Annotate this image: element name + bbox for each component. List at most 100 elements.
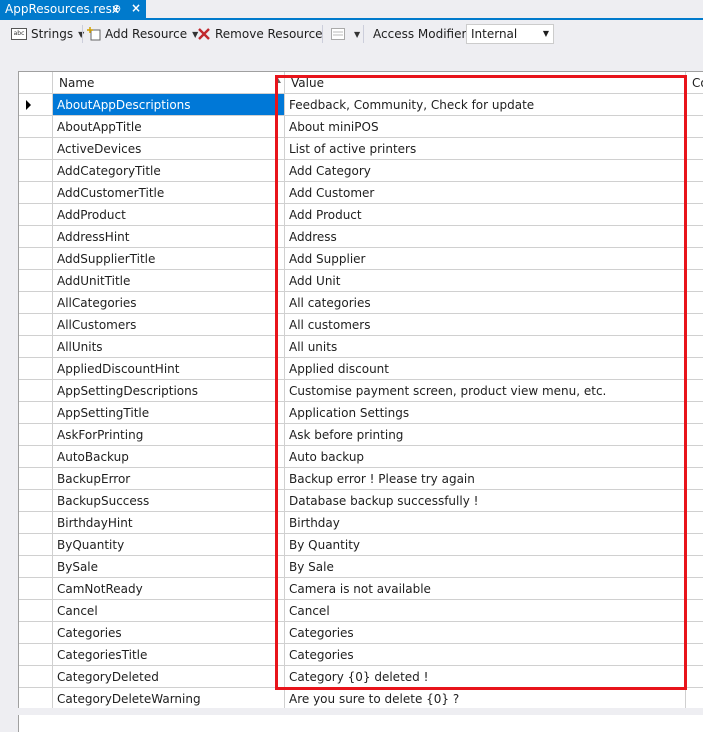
name-cell[interactable]: CategoryDeleteWarning — [53, 688, 285, 710]
value-cell[interactable]: Feedback, Community, Check for update — [285, 94, 686, 116]
table-row[interactable]: AutoBackup Auto backup — [19, 446, 703, 468]
table-row[interactable]: AboutAppTitle About miniPOS — [19, 116, 703, 138]
value-cell[interactable]: Add Unit — [285, 270, 686, 292]
comment-cell[interactable] — [686, 446, 703, 468]
row-header[interactable] — [19, 314, 53, 336]
value-cell[interactable]: Database backup successfully ! — [285, 490, 686, 512]
table-row[interactable]: BackupSuccess Database backup successfull… — [19, 490, 703, 512]
comment-cell[interactable] — [686, 116, 703, 138]
table-row[interactable]: AllCustomers All customers — [19, 314, 703, 336]
comment-cell[interactable] — [686, 490, 703, 512]
row-header[interactable] — [19, 424, 53, 446]
table-row[interactable]: AppliedDiscountHint Applied discount — [19, 358, 703, 380]
table-row[interactable]: ActiveDevices List of active printers — [19, 138, 703, 160]
value-cell[interactable]: By Sale — [285, 556, 686, 578]
value-cell[interactable]: About miniPOS — [285, 116, 686, 138]
comment-cell[interactable] — [686, 182, 703, 204]
name-cell[interactable]: Categories — [53, 622, 285, 644]
column-header-value[interactable]: Value — [285, 72, 686, 93]
row-header[interactable] — [19, 468, 53, 490]
table-row[interactable]: AppSettingDescriptions Customise payment … — [19, 380, 703, 402]
name-cell[interactable]: AboutAppTitle — [53, 116, 285, 138]
row-header[interactable] — [19, 116, 53, 138]
value-cell[interactable]: All customers — [285, 314, 686, 336]
table-row[interactable]: CategoryDeleted Category {0} deleted ! — [19, 666, 703, 688]
name-cell[interactable]: Cancel — [53, 600, 285, 622]
value-cell[interactable]: Add Supplier — [285, 248, 686, 270]
comment-cell[interactable] — [686, 468, 703, 490]
row-header[interactable] — [19, 512, 53, 534]
view-dropdown[interactable]: ▼ — [331, 20, 360, 48]
name-cell[interactable]: CategoriesTitle — [53, 644, 285, 666]
access-modifier-select[interactable]: Internal ▼ — [466, 24, 554, 44]
table-row[interactable]: AddSupplierTitle Add Supplier — [19, 248, 703, 270]
comment-cell[interactable] — [686, 512, 703, 534]
table-row[interactable]: AllUnits All units — [19, 336, 703, 358]
value-cell[interactable]: All categories — [285, 292, 686, 314]
value-cell[interactable]: Applied discount — [285, 358, 686, 380]
document-tab[interactable]: AppResources.resx ⊕ × — [0, 0, 146, 18]
name-cell[interactable]: BySale — [53, 556, 285, 578]
table-row[interactable]: AppSettingTitle Application Settings — [19, 402, 703, 424]
row-header[interactable] — [19, 336, 53, 358]
name-cell[interactable]: AllCategories — [53, 292, 285, 314]
value-cell[interactable]: Birthday — [285, 512, 686, 534]
row-header[interactable] — [19, 138, 53, 160]
row-header[interactable] — [19, 226, 53, 248]
value-cell[interactable]: By Quantity — [285, 534, 686, 556]
value-cell[interactable]: Add Category — [285, 160, 686, 182]
row-header[interactable] — [19, 666, 53, 688]
row-header[interactable] — [19, 600, 53, 622]
value-cell[interactable]: Cancel — [285, 600, 686, 622]
table-row[interactable]: AllCategories All categories — [19, 292, 703, 314]
table-row[interactable]: BirthdayHint Birthday — [19, 512, 703, 534]
table-row[interactable]: Cancel Cancel — [19, 600, 703, 622]
table-row[interactable]: CategoryDeleteWarning Are you sure to del… — [19, 688, 703, 710]
value-cell[interactable]: Category {0} deleted ! — [285, 666, 686, 688]
name-cell[interactable]: AllUnits — [53, 336, 285, 358]
comment-cell[interactable] — [686, 622, 703, 644]
row-header[interactable] — [19, 446, 53, 468]
comment-cell[interactable] — [686, 578, 703, 600]
value-cell[interactable]: Address — [285, 226, 686, 248]
value-cell[interactable]: Ask before printing — [285, 424, 686, 446]
comment-cell[interactable] — [686, 556, 703, 578]
table-row[interactable]: AddUnitTitle Add Unit — [19, 270, 703, 292]
value-cell[interactable]: Categories — [285, 622, 686, 644]
comment-cell[interactable] — [686, 688, 703, 710]
row-header[interactable] — [19, 358, 53, 380]
name-cell[interactable]: AppSettingDescriptions — [53, 380, 285, 402]
comment-cell[interactable] — [686, 248, 703, 270]
row-header[interactable] — [19, 94, 53, 116]
row-header[interactable] — [19, 688, 53, 710]
value-cell[interactable]: Add Customer — [285, 182, 686, 204]
remove-resource-button[interactable]: Remove Resource — [197, 20, 323, 48]
name-cell[interactable]: AddCustomerTitle — [53, 182, 285, 204]
name-cell[interactable]: AppliedDiscountHint — [53, 358, 285, 380]
row-header[interactable] — [19, 556, 53, 578]
table-row[interactable]: BackupError Backup error ! Please try aga… — [19, 468, 703, 490]
comment-cell[interactable] — [686, 314, 703, 336]
table-row[interactable]: BySale By Sale — [19, 556, 703, 578]
pin-icon[interactable]: ⊕ — [112, 2, 121, 15]
table-row[interactable]: AddProduct Add Product — [19, 204, 703, 226]
comment-cell[interactable] — [686, 226, 703, 248]
value-cell[interactable]: Add Product — [285, 204, 686, 226]
comment-cell[interactable] — [686, 600, 703, 622]
close-icon[interactable]: × — [131, 1, 141, 15]
comment-cell[interactable] — [686, 380, 703, 402]
name-cell[interactable]: AddProduct — [53, 204, 285, 226]
comment-cell[interactable] — [686, 644, 703, 666]
name-cell[interactable]: AddUnitTitle — [53, 270, 285, 292]
comment-cell[interactable] — [686, 270, 703, 292]
comment-cell[interactable] — [686, 534, 703, 556]
row-header[interactable] — [19, 248, 53, 270]
add-resource-button[interactable]: Add Resource ▼ — [87, 20, 198, 48]
value-cell[interactable]: Camera is not available — [285, 578, 686, 600]
name-cell[interactable]: AboutAppDescriptions — [53, 94, 285, 116]
row-header[interactable] — [19, 160, 53, 182]
name-cell[interactable]: BirthdayHint — [53, 512, 285, 534]
comment-cell[interactable] — [686, 94, 703, 116]
table-row[interactable]: AddressHint Address — [19, 226, 703, 248]
row-header[interactable] — [19, 292, 53, 314]
